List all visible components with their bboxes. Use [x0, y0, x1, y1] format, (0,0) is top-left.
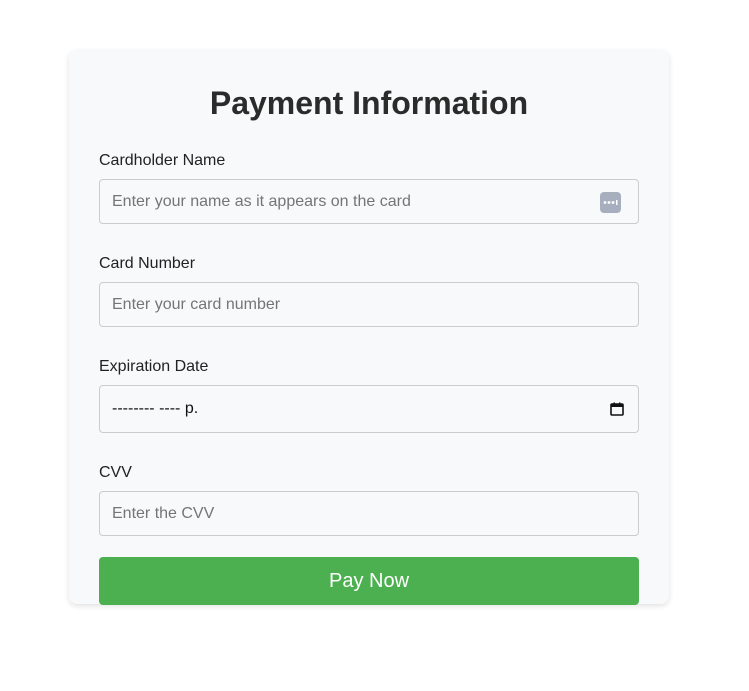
payment-form-card: Payment Information Cardholder Name Card… — [69, 50, 669, 605]
autofill-icon[interactable] — [600, 192, 621, 213]
expiration-date-input[interactable]: -------- ---- р. — [99, 385, 639, 433]
expiration-date-value: -------- ---- р. — [112, 400, 199, 417]
expiration-date-group: Expiration Date -------- ---- р. — [99, 358, 639, 433]
cvv-input[interactable] — [99, 491, 639, 536]
expiration-date-label: Expiration Date — [99, 358, 209, 375]
calendar-icon[interactable] — [610, 402, 624, 416]
page-title: Payment Information — [209, 85, 529, 121]
cvv-label: CVV — [99, 464, 132, 481]
cardholder-name-group: Cardholder Name — [99, 152, 639, 224]
card-number-input[interactable] — [99, 282, 639, 327]
cvv-group: CVV — [99, 464, 639, 536]
card-number-group: Card Number — [99, 255, 639, 327]
card-number-label: Card Number — [99, 255, 196, 272]
cardholder-name-input[interactable] — [99, 179, 639, 224]
cardholder-name-label: Cardholder Name — [99, 152, 226, 169]
pay-now-button[interactable]: Pay Now — [99, 557, 639, 605]
